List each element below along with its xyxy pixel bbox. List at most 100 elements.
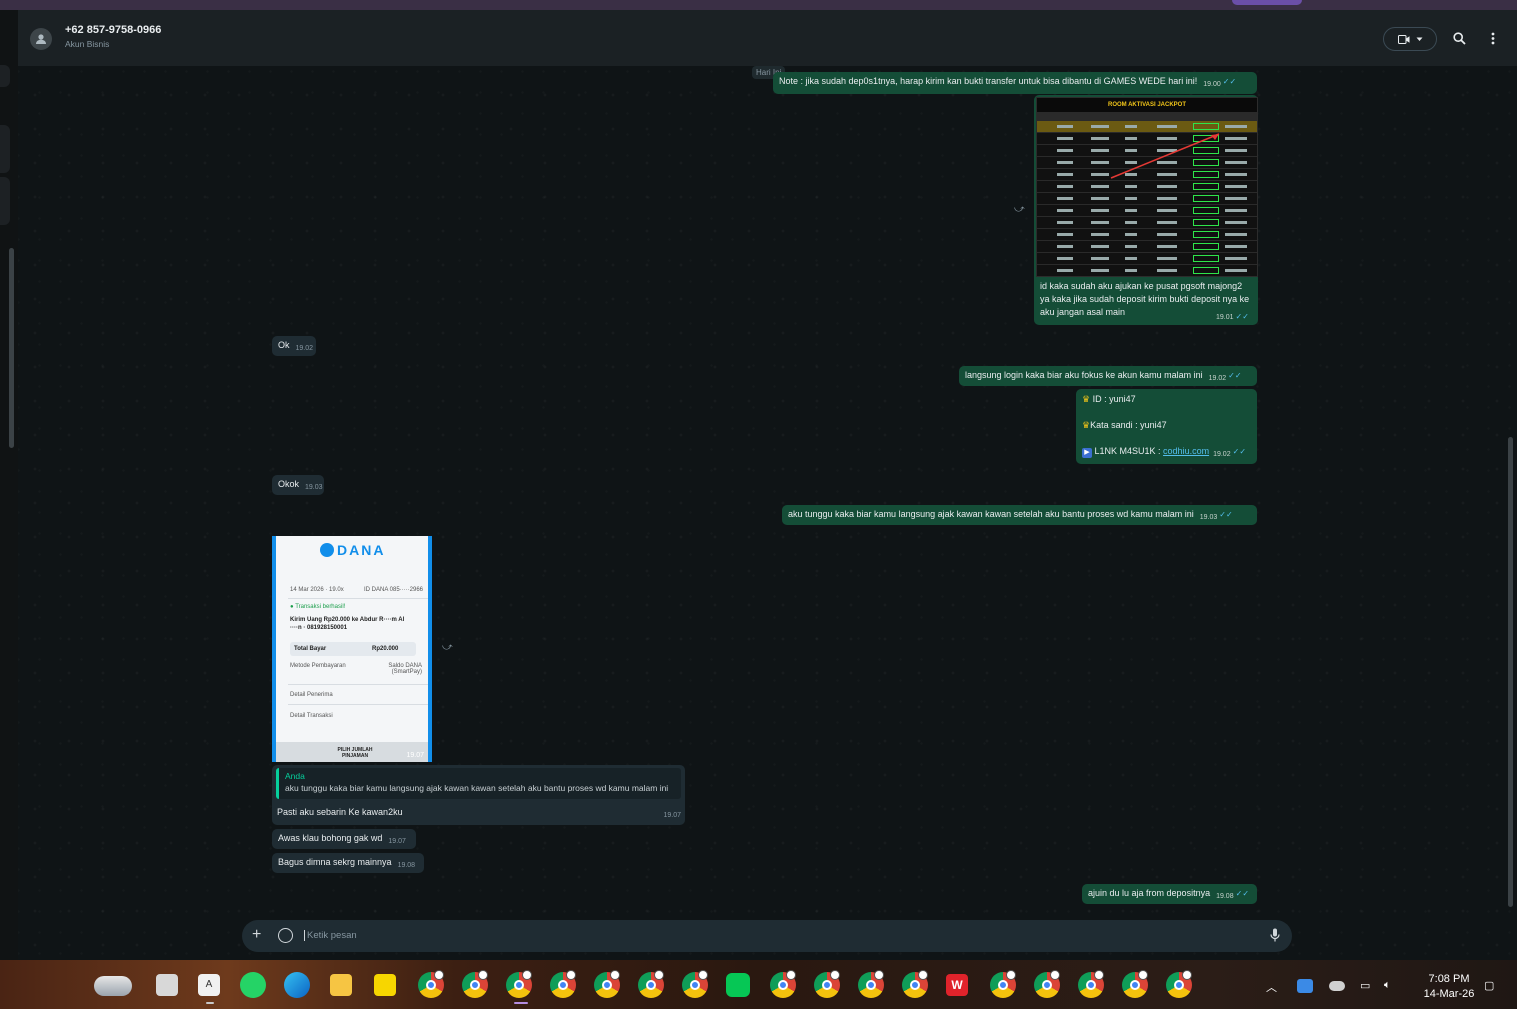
cloud-sync-icon[interactable] xyxy=(1297,979,1313,993)
message-composer: + Ketik pesan xyxy=(242,920,1292,952)
dana-footer: PILIH JUMLAH PINJAMAN 19.07 xyxy=(276,742,428,762)
attach-plus-icon[interactable]: + xyxy=(252,926,261,944)
taskbar-clock[interactable]: 7:08 PM 14-Mar-26 xyxy=(1418,972,1480,1002)
message-text: ajuin du lu aja from depositnya xyxy=(1088,888,1211,898)
dana-logo: DANA xyxy=(320,542,385,558)
message-outgoing[interactable]: Note : jika sudah dep0s1tnya, harap kiri… xyxy=(773,72,1257,94)
volume-icon[interactable]: 🔈︎ xyxy=(1384,979,1398,993)
message-text: aku tunggu kaka biar kamu langsung ajak … xyxy=(788,509,1194,519)
dana-detail-recipient: Detail Penerima xyxy=(290,692,333,698)
contact-avatar[interactable] xyxy=(30,28,52,50)
chrome-profile-icon[interactable] xyxy=(770,970,796,998)
message-incoming[interactable]: Ok 19.02 xyxy=(272,336,316,356)
chrome-profile-icon[interactable] xyxy=(814,970,840,998)
message-incoming[interactable]: Awas klau bohong gak wd 19.07 xyxy=(272,829,416,849)
message-outgoing[interactable]: langsung login kaka biar aku fokus ke ak… xyxy=(959,366,1257,386)
edge-icon[interactable] xyxy=(284,972,310,998)
left-rail xyxy=(0,10,18,960)
notifications-icon[interactable]: ▢ xyxy=(1484,979,1498,993)
app-a-icon[interactable]: A xyxy=(198,974,220,996)
quoted-message[interactable]: Anda aku tunggu kaka biar kamu langsung … xyxy=(276,768,681,799)
message-incoming[interactable]: Bagus dimna sekrg mainnya 19.08 xyxy=(272,853,424,873)
caption-time-wrap: 19.01 ✓✓ xyxy=(1216,312,1249,321)
message-outgoing[interactable]: ♛ ID : yuni47 ♛Kata sandi : yuni47 ▶ L1N… xyxy=(1076,389,1257,464)
jackpot-row xyxy=(1037,253,1257,265)
browser-top-strip xyxy=(0,0,1517,10)
message-text: Bagus dimna sekrg mainnya xyxy=(278,857,392,867)
task-view-icon[interactable] xyxy=(156,974,178,996)
read-ticks-icon: ✓✓ xyxy=(1232,447,1247,456)
menu-button[interactable] xyxy=(1485,30,1501,46)
chrome-profile-icon[interactable] xyxy=(990,970,1016,998)
jackpot-row xyxy=(1037,205,1257,217)
rail-tab[interactable] xyxy=(0,65,10,87)
message-time: 19.07 xyxy=(406,752,424,759)
chrome-profile-icon[interactable] xyxy=(594,970,620,998)
contact-subtitle: Akun Bisnis xyxy=(65,39,110,49)
message-outgoing[interactable]: ajuin du lu aja from depositnya 19.08 ✓✓ xyxy=(1082,884,1257,904)
chrome-profile-icon[interactable] xyxy=(1122,970,1148,998)
link-url[interactable]: codhiu.com xyxy=(1163,446,1209,456)
microphone-icon xyxy=(1270,928,1280,942)
jackpot-row xyxy=(1037,241,1257,253)
chat-background xyxy=(18,10,1517,960)
chevron-up-icon[interactable]: ︿ xyxy=(1266,979,1280,994)
play-icon: ▶ xyxy=(1082,448,1092,458)
wps-office-icon[interactable]: W xyxy=(946,974,968,996)
message-input[interactable]: Ketik pesan xyxy=(304,930,357,941)
chrome-profile-icon[interactable] xyxy=(550,970,576,998)
message-incoming[interactable]: Okok 19.03 xyxy=(272,475,324,495)
weather-widget-icon[interactable] xyxy=(94,976,132,996)
chat-header: +62 857-9758-0966 Akun Bisnis xyxy=(18,10,1517,66)
chrome-profile-icon[interactable] xyxy=(638,970,664,998)
chrome-profile-icon[interactable] xyxy=(1166,970,1192,998)
video-call-button[interactable] xyxy=(1383,27,1437,51)
chrome-profile-icon[interactable] xyxy=(462,970,488,998)
chrome-profile-icon[interactable] xyxy=(418,970,444,998)
emoji-icon[interactable] xyxy=(278,928,293,943)
sticky-notes-icon[interactable] xyxy=(374,974,396,996)
network-icon[interactable]: ▭ xyxy=(1360,979,1374,993)
mic-button[interactable] xyxy=(1270,928,1280,947)
message-time: 19.02 xyxy=(295,345,314,352)
line-app-icon[interactable] xyxy=(726,973,750,997)
message-outgoing[interactable]: aku tunggu kaka biar kamu langsung ajak … xyxy=(782,505,1257,525)
contact-name[interactable]: +62 857-9758-0966 xyxy=(65,24,161,36)
dana-method-value: Saldo DANA (SmartPay) xyxy=(388,663,422,675)
left-scrollbar[interactable] xyxy=(9,248,14,448)
divider xyxy=(288,684,428,685)
chrome-profile-icon[interactable] xyxy=(1034,970,1060,998)
divider xyxy=(288,704,428,705)
message-time: 19.07 xyxy=(663,812,681,819)
rail-tab[interactable] xyxy=(0,125,10,173)
message-text: Note : jika sudah dep0s1tnya, harap kiri… xyxy=(779,76,1198,86)
chrome-profile-icon[interactable] xyxy=(1078,970,1104,998)
search-button[interactable] xyxy=(1451,30,1467,46)
chat-scrollbar[interactable] xyxy=(1508,437,1513,907)
whatsapp-icon[interactable] xyxy=(240,972,266,998)
onedrive-icon[interactable] xyxy=(1329,981,1345,991)
jackpot-column-headers xyxy=(1037,112,1257,121)
message-text: Awas klau bohong gak wd xyxy=(278,833,383,843)
dana-status-text: Transaksi berhasil! xyxy=(295,604,346,610)
read-ticks-icon: ✓✓ xyxy=(1235,889,1250,898)
chrome-profile-icon[interactable] xyxy=(506,970,532,998)
dana-total-value: Rp20.000 xyxy=(372,646,399,652)
chrome-profile-icon[interactable] xyxy=(682,970,708,998)
search-icon xyxy=(1452,31,1466,45)
chrome-profile-icon[interactable] xyxy=(902,970,928,998)
dana-date: 14 Mar 2026 · 19.0x xyxy=(290,587,344,593)
dana-receipt-image[interactable]: DANA 14 Mar 2026 · 19.0x ID DANA 085····… xyxy=(272,536,432,762)
file-explorer-icon[interactable] xyxy=(330,974,352,996)
forward-icon[interactable]: ⤻ xyxy=(442,642,456,653)
reply-message-incoming[interactable]: Anda aku tunggu kaka biar kamu langsung … xyxy=(272,765,685,825)
forward-icon[interactable]: ⤻ xyxy=(1014,204,1028,215)
link-label: L1NK M4SU1K : xyxy=(1094,446,1164,456)
chrome-profile-icon[interactable] xyxy=(858,970,884,998)
jackpot-screenshot-image[interactable]: ROOM AKTIVASI JACKPOT xyxy=(1036,97,1258,277)
dana-method-label: Metode Pembayaran xyxy=(290,663,346,669)
message-time: 19.03 xyxy=(305,484,323,491)
rail-tab[interactable] xyxy=(0,177,10,225)
active-tab-indicator xyxy=(1232,0,1302,5)
message-time: 19.02 xyxy=(1208,375,1227,382)
